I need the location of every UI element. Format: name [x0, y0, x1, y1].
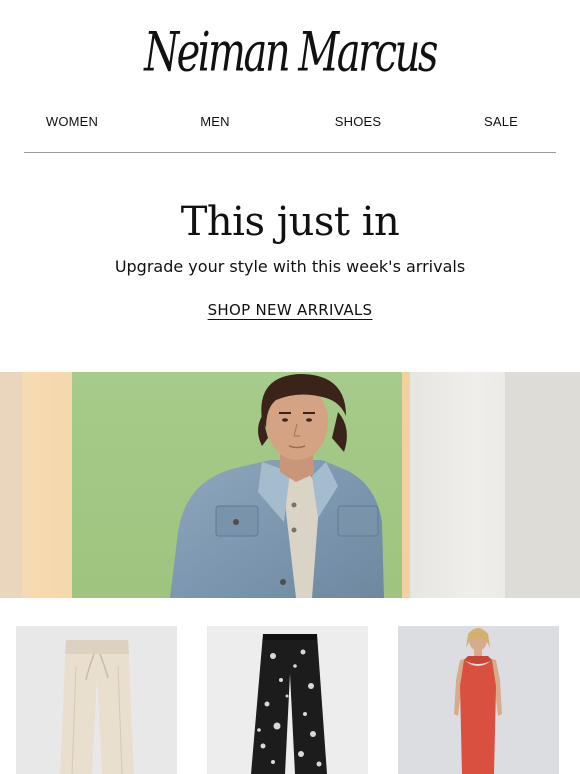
- nav-item-women[interactable]: WOMEN: [46, 114, 98, 129]
- brand-logo[interactable]: Neiman Marcus: [0, 22, 580, 84]
- shop-new-arrivals-link[interactable]: SHOP NEW ARRIVALS: [208, 301, 373, 319]
- email-header: Neiman Marcus: [0, 0, 580, 100]
- product-grid: [0, 626, 580, 774]
- product-card-2[interactable]: [207, 626, 368, 774]
- nav-item-sale[interactable]: SALE: [484, 114, 518, 129]
- product-card-3[interactable]: [398, 626, 559, 774]
- nav-divider: [24, 152, 556, 153]
- hero-image[interactable]: [0, 372, 580, 598]
- cta-container: SHOP NEW ARRIVALS: [0, 301, 580, 320]
- hero-headline: This just in: [0, 196, 580, 248]
- nav-item-men[interactable]: MEN: [200, 114, 230, 129]
- red-sheath-dress-image: [398, 626, 559, 774]
- hero-subhead: Upgrade your style with this week's arri…: [114, 257, 466, 276]
- black-lace-pants-image: [207, 626, 368, 774]
- nav-item-shoes[interactable]: SHOES: [335, 114, 382, 129]
- cream-drawstring-pants-image: [16, 626, 177, 774]
- headline-plain: This: [180, 199, 265, 245]
- headline-italic: just in: [276, 199, 400, 245]
- main-nav: WOMEN MEN SHOES SALE: [0, 114, 580, 136]
- hero-photo-man-denim-jacket: [0, 372, 580, 598]
- product-card-1[interactable]: [16, 626, 177, 774]
